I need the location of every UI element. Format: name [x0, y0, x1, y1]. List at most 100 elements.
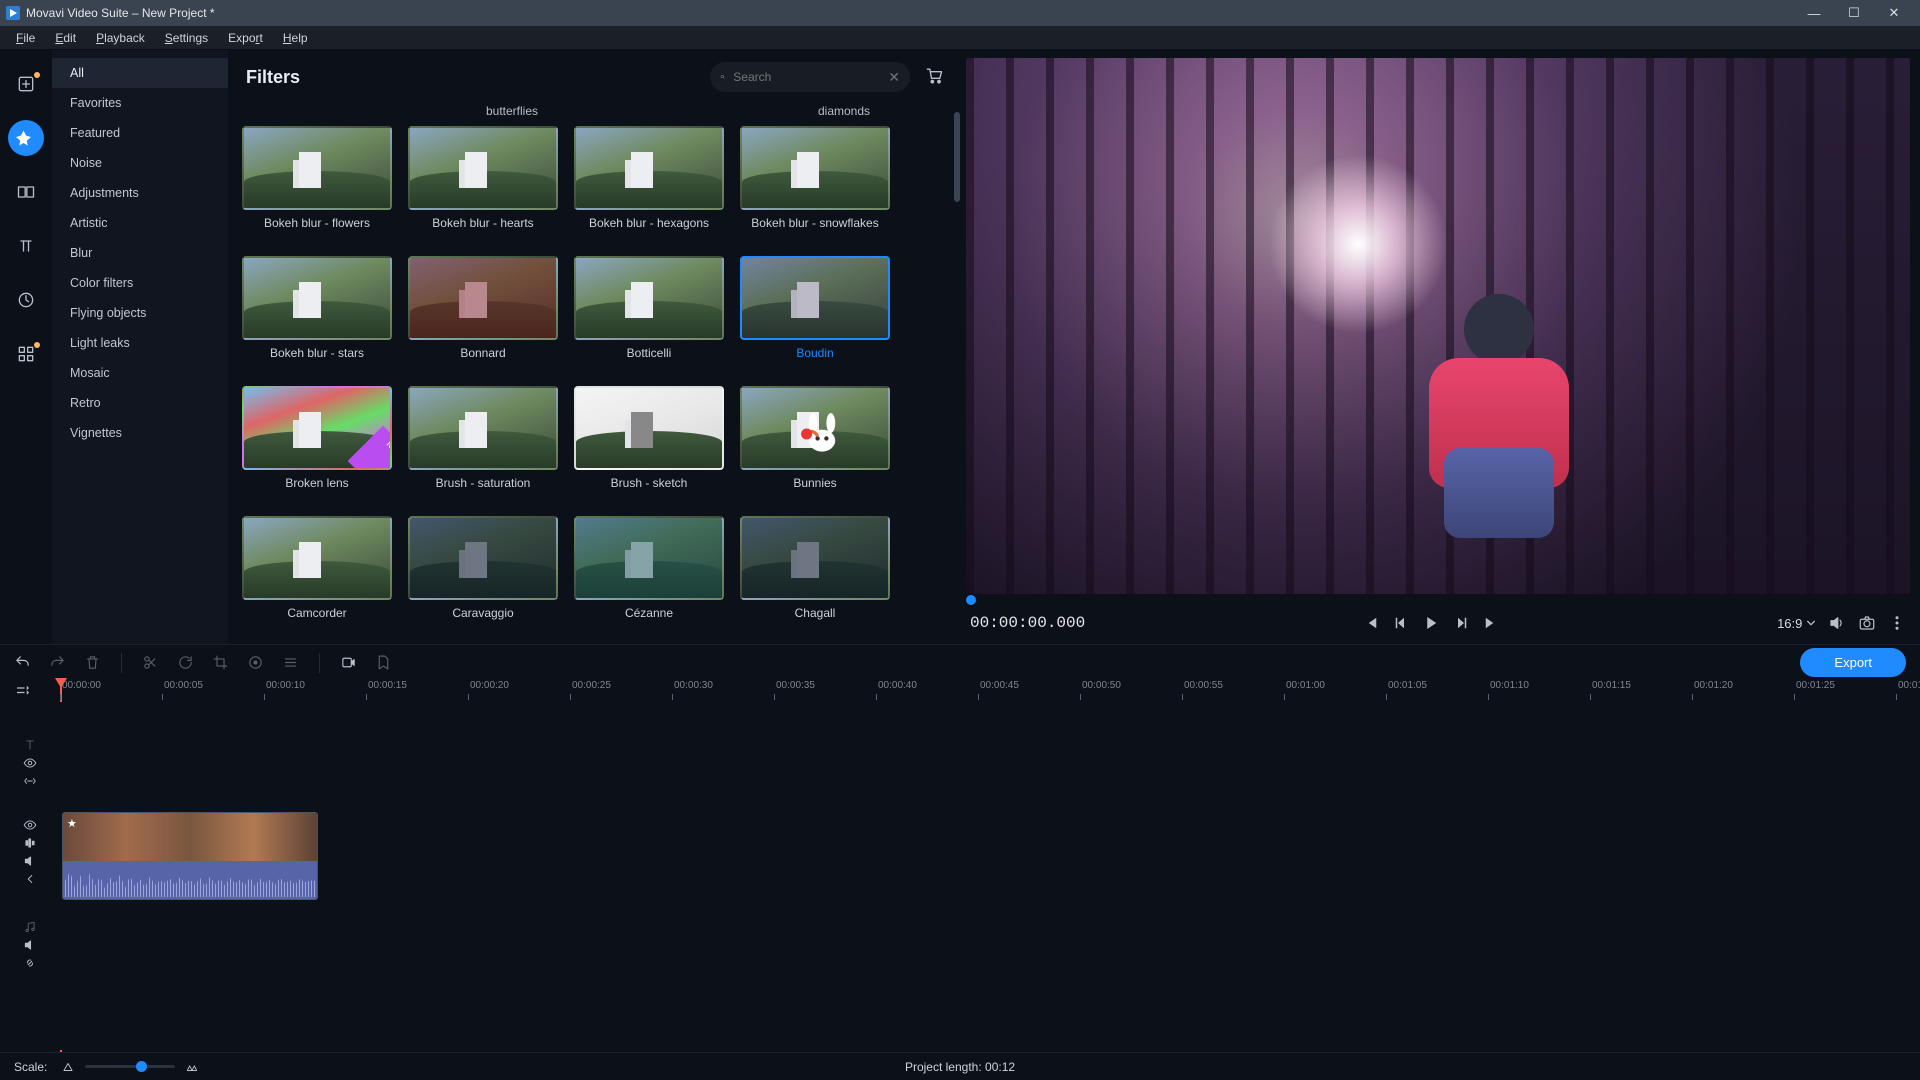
category-all[interactable]: All	[52, 58, 228, 88]
preview-volume-button[interactable]	[1828, 614, 1846, 632]
search-input[interactable]	[733, 70, 888, 84]
ruler-tick: 00:00:50	[1080, 680, 1121, 691]
visibility-icon[interactable]	[23, 756, 37, 770]
filter-thumb-bokeh-blur-flowers[interactable]: Bokeh blur - flowers	[242, 126, 392, 246]
app-icon	[6, 6, 20, 20]
timeline-clip[interactable]: ★	[62, 812, 318, 900]
preview-viewport[interactable]	[966, 58, 1910, 594]
category-favorites[interactable]: Favorites	[52, 88, 228, 118]
timeline-tracks[interactable]: ★	[0, 702, 1920, 1050]
volume-icon[interactable]	[23, 854, 37, 868]
category-featured[interactable]: Featured	[52, 118, 228, 148]
filter-thumb-bokeh-blur-snowflakes[interactable]: Bokeh blur - snowflakes	[740, 126, 890, 246]
filter-thumb-c-zanne[interactable]: Cézanne	[574, 516, 724, 636]
tool-stickers-button[interactable]	[8, 282, 44, 318]
link-icon[interactable]	[23, 774, 37, 788]
category-light-leaks[interactable]: Light leaks	[52, 328, 228, 358]
color-adjust-button[interactable]	[247, 654, 264, 671]
tool-transitions-button[interactable]	[8, 174, 44, 210]
filter-thumb-caravaggio[interactable]: Caravaggio	[408, 516, 558, 636]
filter-thumb-camcorder[interactable]: Camcorder	[242, 516, 392, 636]
filter-thumb-brush-saturation[interactable]: Brush - saturation	[408, 386, 558, 506]
preview-skip-end-button[interactable]	[1482, 614, 1500, 632]
effects-icon[interactable]	[23, 836, 37, 850]
ruler-tick: 00:01:30	[1896, 680, 1920, 691]
filter-thumb-bokeh-blur-hexagons[interactable]: Bokeh blur - hexagons	[574, 126, 724, 246]
menu-help[interactable]: Help	[273, 31, 318, 45]
visibility-icon[interactable]	[23, 818, 37, 832]
filter-thumb-bokeh-blur-stars[interactable]: Bokeh blur - stars	[242, 256, 392, 376]
category-blur[interactable]: Blur	[52, 238, 228, 268]
preview-frame-forward-button[interactable]	[1452, 614, 1470, 632]
preview-frame-back-button[interactable]	[1392, 614, 1410, 632]
menubar: File Edit Playback Settings Export Help	[0, 26, 1920, 50]
tool-more-button[interactable]	[8, 336, 44, 372]
split-button[interactable]	[142, 654, 159, 671]
menu-edit[interactable]: Edit	[45, 31, 86, 45]
record-voiceover-button[interactable]	[340, 654, 357, 671]
filter-thumb-botticelli[interactable]: Botticelli	[574, 256, 724, 376]
filter-thumb-boudin[interactable]: Boudin	[740, 256, 890, 376]
scrollbar[interactable]	[954, 112, 960, 202]
volume-icon[interactable]	[23, 938, 37, 952]
filter-thumb-bonnard[interactable]: Bonnard	[408, 256, 558, 376]
zoom-in-button[interactable]	[185, 1060, 199, 1074]
delete-button[interactable]	[84, 654, 101, 671]
category-artistic[interactable]: Artistic	[52, 208, 228, 238]
window-maximize-button[interactable]: ☐	[1834, 5, 1874, 21]
zoom-slider[interactable]	[85, 1065, 175, 1068]
undo-button[interactable]	[14, 654, 31, 671]
filter-label: Caravaggio	[408, 606, 558, 636]
menu-file[interactable]: File	[6, 31, 45, 45]
ruler-tick: 00:01:05	[1386, 680, 1427, 691]
rotate-button[interactable]	[177, 654, 194, 671]
search-clear-button[interactable]: ✕	[888, 69, 900, 86]
timeline-ruler[interactable]: 00:00:0000:00:0500:00:1000:00:1500:00:20…	[0, 680, 1920, 702]
ruler-tick: 00:00:30	[672, 680, 713, 691]
category-noise[interactable]: Noise	[52, 148, 228, 178]
ruler-tick: 00:00:55	[1182, 680, 1223, 691]
menu-playback[interactable]: Playback	[86, 31, 155, 45]
filters-panel: Filters ✕ butterfliesdiamondsBokeh blur …	[228, 50, 962, 644]
preview-snapshot-button[interactable]	[1858, 614, 1876, 632]
filter-thumb-brush-sketch[interactable]: Brush - sketch	[574, 386, 724, 506]
menu-settings[interactable]: Settings	[155, 31, 218, 45]
preview-progress-bar[interactable]	[966, 598, 1910, 604]
tool-titles-button[interactable]	[8, 228, 44, 264]
add-marker-button[interactable]	[375, 654, 392, 671]
filter-thumb-bokeh-blur-hearts[interactable]: Bokeh blur - hearts	[408, 126, 558, 246]
timeline-settings-button[interactable]	[14, 682, 32, 700]
crop-button[interactable]	[212, 654, 229, 671]
window-close-button[interactable]: ✕	[1874, 5, 1914, 21]
preview-skip-start-button[interactable]	[1362, 614, 1380, 632]
preview-play-button[interactable]	[1422, 614, 1440, 632]
tool-filters-button[interactable]	[8, 120, 44, 156]
filter-thumb-bunnies[interactable]: Bunnies	[740, 386, 890, 506]
redo-button[interactable]	[49, 654, 66, 671]
cart-button[interactable]	[924, 65, 944, 90]
category-color-filters[interactable]: Color filters	[52, 268, 228, 298]
category-flying-objects[interactable]: Flying objects	[52, 298, 228, 328]
category-mosaic[interactable]: Mosaic	[52, 358, 228, 388]
filter-thumb-broken-lens[interactable]: NEWBroken lens	[242, 386, 392, 506]
category-vignettes[interactable]: Vignettes	[52, 418, 228, 448]
tool-import-button[interactable]	[8, 66, 44, 102]
link-icon[interactable]	[23, 956, 37, 970]
window-minimize-button[interactable]: —	[1794, 6, 1834, 21]
filter-label: Boudin	[740, 346, 890, 376]
ruler-tick: 00:01:25	[1794, 680, 1835, 691]
zoom-out-button[interactable]	[61, 1060, 75, 1074]
clip-audio-waveform	[63, 861, 317, 900]
menu-export[interactable]: Export	[218, 31, 273, 45]
clip-properties-button[interactable]	[282, 654, 299, 671]
category-retro[interactable]: Retro	[52, 388, 228, 418]
category-adjustments[interactable]: Adjustments	[52, 178, 228, 208]
export-button[interactable]: Export	[1800, 648, 1906, 677]
filter-thumb-chagall[interactable]: Chagall	[740, 516, 890, 636]
filter-label: Bokeh blur - flowers	[242, 216, 392, 246]
search-box[interactable]: ✕	[710, 62, 910, 92]
preview-more-button[interactable]	[1888, 614, 1906, 632]
aspect-ratio-selector[interactable]: 16:9	[1777, 616, 1816, 631]
zoom-slider-knob[interactable]	[136, 1061, 147, 1072]
back-arrow-icon[interactable]	[23, 872, 37, 886]
